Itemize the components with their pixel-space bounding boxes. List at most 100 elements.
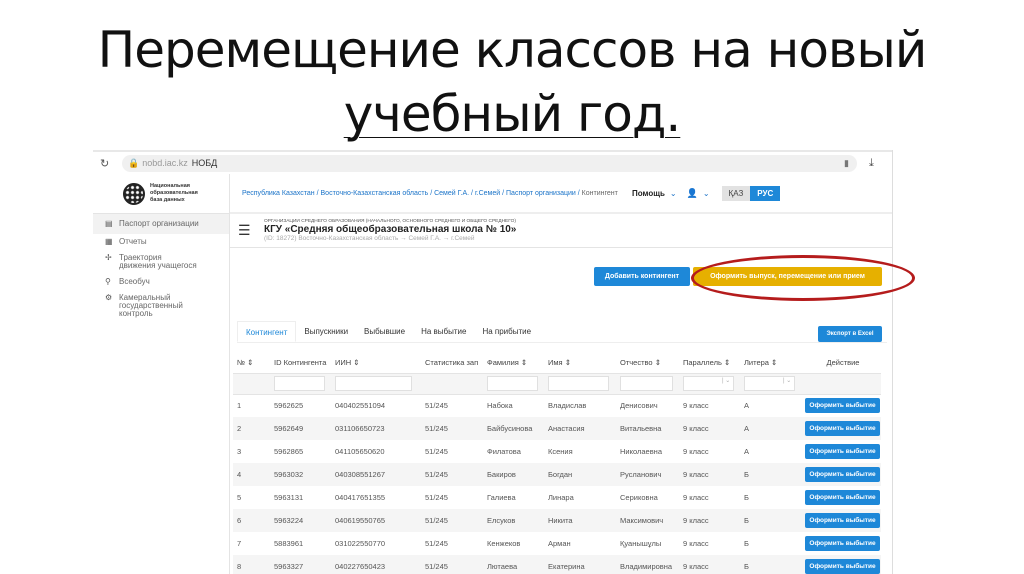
col-surname[interactable]: Фамилия ⇕: [483, 352, 544, 374]
name-filter-input[interactable]: [548, 376, 610, 391]
patronymic: Владимировна: [616, 555, 679, 574]
iin: 041105650620: [335, 447, 385, 456]
id-card-icon: ▤: [105, 219, 113, 228]
action-cell: Оформить выбытие: [801, 463, 881, 486]
page-title: НОБД: [191, 158, 218, 168]
drop-out-button[interactable]: Оформить выбытие: [805, 398, 880, 414]
drop-out-button[interactable]: Оформить выбытие: [805, 444, 880, 459]
surname: Набока: [487, 401, 513, 411]
logo: Национальная образовательная база данных: [93, 174, 229, 214]
table-row: 7 5883961 031022550770 51/245 Кенжеков Арман Қ…: [233, 532, 881, 555]
col-patronymic[interactable]: Отчество ⇕: [616, 352, 679, 374]
chevron-down-icon[interactable]: ⌄: [670, 189, 677, 198]
contingent-id: 5963327: [270, 555, 331, 574]
language-switch: ҚАЗ РУС: [721, 185, 781, 201]
col-stat[interactable]: Статистика зап: [421, 352, 483, 374]
drop-out-button[interactable]: Оформить выбытие: [805, 513, 880, 528]
action-cell: Оформить выбытие: [801, 555, 881, 574]
top-header: Республика Казахстан / Восточно-Казахста…: [230, 174, 892, 214]
export-excel-button[interactable]: Экспорт в Excel: [818, 326, 882, 342]
letter: А: [744, 447, 750, 456]
sidebar-item-control[interactable]: ⚙ Камеральный государственный контроль: [93, 290, 229, 322]
tab-dropped[interactable]: Выбывшие: [356, 321, 413, 342]
lang-kz-button[interactable]: ҚАЗ: [721, 185, 751, 201]
surname: Елсуков: [483, 509, 544, 532]
menu-icon[interactable]: ☰: [238, 222, 254, 239]
url-domain: nobd.iac.kz: [142, 158, 188, 168]
parallel: 9 класс: [679, 417, 740, 440]
parallel: 9 класс: [683, 447, 709, 456]
contingent-id: 5962865: [274, 447, 304, 456]
letter: Б: [744, 493, 749, 502]
address-bar: ↻ 🔒 nobd.iac.kz НОБД ▮ ⤓: [93, 150, 892, 174]
sidebar-item-label: Паспорт организации: [119, 219, 199, 228]
drop-out-button[interactable]: Оформить выбытие: [805, 490, 880, 505]
lang-ru-button[interactable]: РУС: [750, 185, 781, 201]
col-id[interactable]: ID Контингента: [270, 352, 331, 374]
breadcrumb-item[interactable]: Семей Г.А.: [434, 190, 469, 197]
row-number: 8: [233, 555, 270, 574]
signpost-icon: ✢: [105, 253, 112, 262]
col-iin[interactable]: ИИН ⇕: [331, 352, 421, 374]
parallel-filter-select[interactable]: | ⌄: [683, 376, 735, 391]
sidebar-item-label: Камеральный государственный контроль: [119, 293, 183, 318]
drop-out-button[interactable]: Оформить выбытие: [805, 559, 880, 574]
tab-arriving[interactable]: На прибытие: [474, 321, 539, 342]
letter: Б: [744, 539, 749, 548]
bookmark-icon[interactable]: ▮: [844, 158, 849, 169]
col-letter[interactable]: Литера ⇕: [740, 352, 801, 374]
main-content: Республика Казахстан / Восточно-Казахста…: [230, 174, 892, 574]
surname: Байбусинова: [483, 417, 544, 440]
drop-out-button[interactable]: Оформить выбытие: [805, 421, 880, 436]
row-number: 2: [233, 417, 270, 440]
surname-filter-input[interactable]: [487, 376, 539, 391]
row-number: 6: [233, 509, 270, 532]
sidebar-item-reports[interactable]: ▦ Отчеты: [93, 234, 229, 250]
iin-filter-input[interactable]: [335, 376, 413, 391]
statistic: 51/245: [425, 401, 448, 411]
highlight-ellipse: [691, 255, 915, 301]
slide-title: Перемещение классов на новый учебный год…: [0, 18, 1024, 146]
patronymic-filter-input[interactable]: [620, 376, 674, 391]
add-contingent-button[interactable]: Добавить контингент: [594, 267, 690, 286]
col-number[interactable]: № ⇕: [233, 352, 270, 374]
drop-out-button[interactable]: Оформить выбытие: [805, 536, 880, 551]
url-field[interactable]: 🔒 nobd.iac.kz НОБД ▮: [122, 154, 857, 172]
drop-out-button[interactable]: Оформить выбытие: [805, 467, 880, 482]
patronymic: Николаевна: [620, 447, 662, 456]
reload-icon[interactable]: ↻: [100, 157, 114, 170]
statistic: 51/245: [425, 493, 448, 502]
user-icon[interactable]: 👤: [687, 188, 698, 199]
sidebar-item-trajectory[interactable]: ✢ Траектория движения учащегося: [93, 250, 229, 274]
col-name[interactable]: Имя ⇕: [544, 352, 616, 374]
tab-to-drop[interactable]: На выбытие: [413, 321, 474, 342]
letter-filter-select[interactable]: | ⌄: [744, 376, 796, 391]
statistic: 51/245: [421, 417, 483, 440]
tab-graduates[interactable]: Выпускники: [296, 321, 356, 342]
table-row: 1 5962625 040402551094 51/245 Набока Владисла…: [233, 394, 881, 417]
col-parallel[interactable]: Параллель ⇕: [679, 352, 740, 374]
chevron-down-icon[interactable]: ⌄: [703, 189, 710, 198]
breadcrumb-item[interactable]: Паспорт организации: [506, 190, 576, 197]
statistic: 51/245: [421, 463, 483, 486]
patronymic: Максимович: [616, 509, 679, 532]
sidebar-item-passport[interactable]: ▤ Паспорт организации: [93, 214, 229, 234]
contingent-id: 5963032: [270, 463, 331, 486]
breadcrumb-item[interactable]: г.Семей: [475, 190, 500, 197]
table-row: 6 5963224 040619550765 51/245 Елсуков Никита М…: [233, 509, 881, 532]
iin: 031022550770: [335, 539, 386, 548]
org-location: (ID: 18272) Восточно-Казахстанская облас…: [264, 235, 475, 242]
tab-contingent[interactable]: Контингент: [237, 321, 297, 342]
sidebar-item-vseobuch[interactable]: ⚲ Всеобуч: [93, 274, 229, 290]
breadcrumb-item[interactable]: Восточно-Казахстанская область: [321, 190, 429, 197]
help-menu[interactable]: Помощь: [632, 189, 665, 198]
parallel: 9 класс: [683, 493, 709, 502]
id-filter-input[interactable]: [274, 376, 326, 391]
iin: 040619550765: [331, 509, 421, 532]
breadcrumb: Республика Казахстан / Восточно-Казахста…: [242, 189, 618, 197]
first-name: Екатерина: [544, 555, 616, 574]
breadcrumb-item[interactable]: Республика Казахстан: [242, 190, 315, 197]
download-icon[interactable]: ⤓: [869, 157, 874, 170]
slide-title-line2: учебный год.: [343, 85, 682, 143]
patronymic: Денисович: [620, 401, 658, 411]
